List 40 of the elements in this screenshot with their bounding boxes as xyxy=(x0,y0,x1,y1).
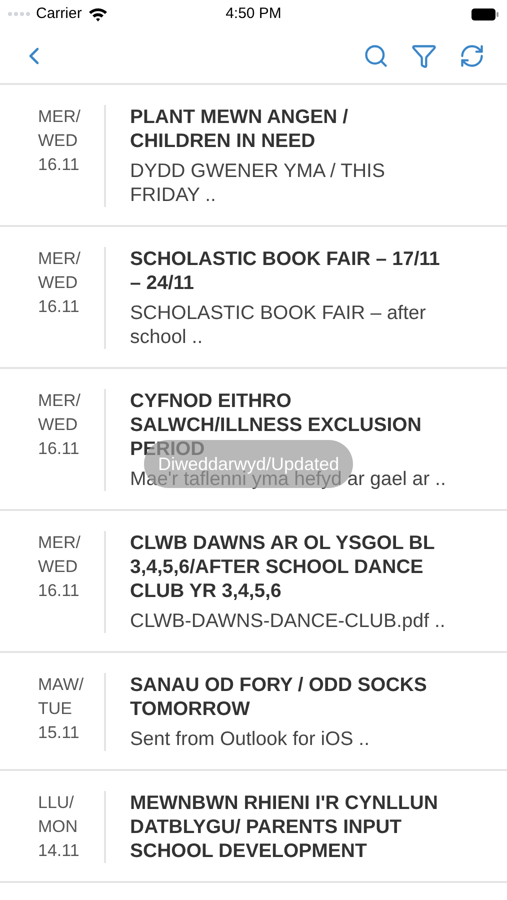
item-date: WED xyxy=(38,556,79,578)
item-summary: SCHOLASTIC BOOK FAIR – after school .. xyxy=(130,301,427,349)
battery-icon xyxy=(471,8,499,20)
news-item[interactable]: LLU/ MON 14.11 MEWNBWN RHIENI I'R CYNLLUN DATBLYGU/ PARENTS INPUT SCHOOL DEVELOPMENT xyxy=(0,771,507,883)
item-date: 16.11 xyxy=(38,438,80,460)
item-date: MON xyxy=(38,816,79,838)
search-icon[interactable] xyxy=(363,42,389,68)
item-date: 14.11 xyxy=(38,840,80,862)
item-title: MEWNBWN RHIENI I'R CYNLLUN DATBLYGU/ PARENTS INPUT SCHOOL DEVELOPMENT xyxy=(130,791,439,863)
item-summary: DYDD GWENER YMA / THIS FRIDAY .. xyxy=(130,159,386,207)
item-date: WED xyxy=(38,272,79,294)
item-summary: CLWB-DAWNS-DANCE-CLUB.pdf .. xyxy=(130,609,446,633)
status-time: 4:50 PM xyxy=(224,4,282,24)
news-item[interactable]: MER/ WED 16.11 CLWB DAWNS AR OL YSGOL BL 3,4,5,6/AFTER SCHOOL DANCE CLUB YR 3,4,5,6 CLWB-DAWNS-DANCE-CLUB.pdf .. xyxy=(0,511,507,653)
item-date: MAW/ xyxy=(38,674,85,696)
item-title: CLWB DAWNS AR OL YSGOL BL 3,4,5,6/AFTER SCHOOL DANCE CLUB YR 3,4,5,6 xyxy=(130,531,436,603)
item-date: 16.11 xyxy=(38,580,80,602)
item-title: SCHOLASTIC BOOK FAIR – 17/11 – 24/11 xyxy=(130,247,441,295)
signal-icon xyxy=(8,12,30,16)
refresh-icon[interactable] xyxy=(459,42,485,68)
carrier-name: Carrier xyxy=(36,4,82,24)
news-item[interactable]: MAW/ TUE 15.11 SANAU OD FORY / ODD SOCKS TOMORROW Sent from Outlook for iOS .. xyxy=(0,653,507,771)
item-date: 16.11 xyxy=(38,154,80,176)
wifi-icon xyxy=(88,6,108,22)
item-date: MER/ xyxy=(38,390,82,412)
item-summary: Sent from Outlook for iOS .. xyxy=(130,727,371,751)
item-date: LLU/ xyxy=(38,792,75,814)
item-date: TUE xyxy=(38,698,73,720)
item-date: 16.11 xyxy=(38,296,80,318)
item-title: SANAU OD FORY / ODD SOCKS TOMORROW xyxy=(130,673,428,721)
item-date: MER/ xyxy=(38,106,82,128)
item-date: WED xyxy=(38,414,79,436)
item-date: MER/ xyxy=(38,248,82,270)
item-title: PLANT MEWN ANGEN / CHILDREN IN NEED xyxy=(130,105,350,153)
item-date: WED xyxy=(38,130,79,152)
filter-icon[interactable] xyxy=(411,42,437,68)
news-item[interactable]: MER/ WED 16.11 PLANT MEWN ANGEN / CHILDREN IN NEED DYDD GWENER YMA / THIS FRIDAY .. xyxy=(0,85,507,227)
news-item[interactable]: MER/ WED 16.11 SCHOLASTIC BOOK FAIR – 17/11 – 24/11 SCHOLASTIC BOOK FAIR – after school .. xyxy=(0,227,507,369)
item-date: 15.11 xyxy=(38,722,80,744)
item-date: MER/ xyxy=(38,532,82,554)
